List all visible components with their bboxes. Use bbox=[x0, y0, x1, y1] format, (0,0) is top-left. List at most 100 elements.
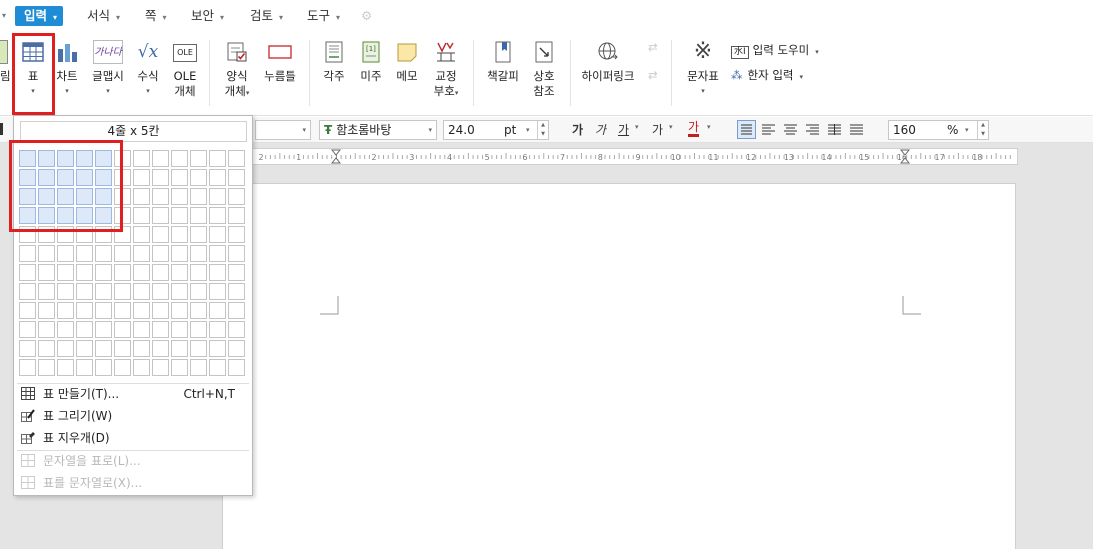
grid-cell[interactable] bbox=[209, 359, 226, 376]
menu-security[interactable]: 보안 ▾ bbox=[191, 6, 224, 26]
font-select[interactable]: Ŧ 함초롬바탕 ▾ bbox=[319, 120, 437, 140]
grid-cell[interactable] bbox=[57, 340, 74, 357]
grid-cell[interactable] bbox=[171, 245, 188, 262]
grid-cell[interactable] bbox=[76, 302, 93, 319]
grid-cell[interactable] bbox=[228, 264, 245, 281]
grid-cell[interactable] bbox=[114, 302, 131, 319]
grid-cell[interactable] bbox=[171, 359, 188, 376]
grid-cell[interactable] bbox=[190, 245, 207, 262]
grid-cell[interactable] bbox=[152, 340, 169, 357]
endnote-button[interactable]: [1] 미주 bbox=[356, 40, 386, 84]
font-size-spinner[interactable]: ▲ ▼ bbox=[537, 121, 548, 139]
grid-cell[interactable] bbox=[38, 302, 55, 319]
grid-cell[interactable] bbox=[190, 150, 207, 167]
grid-cell[interactable] bbox=[228, 207, 245, 224]
grid-cell[interactable] bbox=[152, 321, 169, 338]
grid-cell[interactable] bbox=[57, 302, 74, 319]
grid-cell[interactable] bbox=[57, 283, 74, 300]
grid-cell[interactable] bbox=[133, 150, 150, 167]
grid-cell[interactable] bbox=[19, 283, 36, 300]
menu-insert[interactable]: 입력 ▾ bbox=[15, 6, 64, 26]
grid-cell[interactable] bbox=[171, 321, 188, 338]
grid-cell[interactable] bbox=[190, 264, 207, 281]
grid-cell[interactable] bbox=[38, 264, 55, 281]
grid-cell[interactable] bbox=[209, 169, 226, 186]
grid-cell[interactable] bbox=[57, 359, 74, 376]
hanja-input-button[interactable]: ⁂ 한자 입력 ▾ bbox=[731, 67, 803, 83]
grid-cell[interactable] bbox=[95, 264, 112, 281]
grid-cell[interactable] bbox=[209, 150, 226, 167]
grid-cell[interactable] bbox=[19, 340, 36, 357]
distribute-icon[interactable] bbox=[826, 121, 843, 138]
grid-cell[interactable] bbox=[38, 245, 55, 262]
chevron-down-icon[interactable]: ▾ bbox=[635, 123, 639, 131]
grid-cell[interactable] bbox=[152, 264, 169, 281]
grid-cell[interactable] bbox=[152, 150, 169, 167]
ole-object-button[interactable]: OLE OLE 개체 bbox=[168, 40, 202, 99]
grid-cell[interactable] bbox=[171, 302, 188, 319]
grid-cell[interactable] bbox=[95, 321, 112, 338]
draw-table-item[interactable]: 표 그리기(W) bbox=[21, 406, 247, 426]
split-distribute-icon[interactable] bbox=[848, 121, 865, 138]
grid-cell[interactable] bbox=[228, 169, 245, 186]
grid-cell[interactable] bbox=[190, 302, 207, 319]
menu-tools[interactable]: 도구 ▾ bbox=[307, 6, 340, 26]
grid-cell[interactable] bbox=[57, 245, 74, 262]
grid-cell[interactable] bbox=[171, 188, 188, 205]
grid-cell[interactable] bbox=[209, 188, 226, 205]
grid-cell[interactable] bbox=[133, 245, 150, 262]
glyph-art-button[interactable]: 가나다 글맵시 ▾ bbox=[88, 40, 128, 99]
grid-cell[interactable] bbox=[228, 150, 245, 167]
grid-cell[interactable] bbox=[38, 359, 55, 376]
grid-cell[interactable] bbox=[228, 188, 245, 205]
grid-cell[interactable] bbox=[209, 226, 226, 243]
chart-button[interactable]: 차트 ▾ bbox=[52, 40, 82, 99]
grid-cell[interactable] bbox=[152, 207, 169, 224]
grid-cell[interactable] bbox=[209, 321, 226, 338]
grid-cell[interactable] bbox=[152, 169, 169, 186]
grid-cell[interactable] bbox=[19, 302, 36, 319]
align-center-icon[interactable] bbox=[782, 121, 799, 138]
table-eraser-item[interactable]: 표 지우개(D) bbox=[21, 428, 247, 448]
grid-cell[interactable] bbox=[38, 283, 55, 300]
menu-format[interactable]: 서식 ▾ bbox=[87, 6, 120, 26]
ribbon-partial-button[interactable]: 림 bbox=[0, 40, 11, 84]
grid-cell[interactable] bbox=[57, 264, 74, 281]
grid-cell[interactable] bbox=[171, 340, 188, 357]
link-icon[interactable]: ⇄ bbox=[648, 40, 658, 54]
grid-cell[interactable] bbox=[76, 245, 93, 262]
grid-cell[interactable] bbox=[95, 245, 112, 262]
grid-cell[interactable] bbox=[190, 188, 207, 205]
grid-cell[interactable] bbox=[133, 283, 150, 300]
chevron-down-icon[interactable]: ▾ bbox=[669, 123, 673, 131]
grid-cell[interactable] bbox=[228, 340, 245, 357]
grid-cell[interactable] bbox=[95, 359, 112, 376]
grid-cell[interactable] bbox=[76, 340, 93, 357]
memo-button[interactable]: 메모 bbox=[392, 40, 422, 84]
grid-cell[interactable] bbox=[209, 283, 226, 300]
align-justify-button[interactable] bbox=[737, 120, 756, 139]
equation-button[interactable]: √x 수식 ▾ bbox=[132, 40, 164, 99]
grid-cell[interactable] bbox=[133, 169, 150, 186]
cross-reference-button[interactable]: 상호 참조 bbox=[528, 40, 560, 99]
zoom-field[interactable]: 160 % ▾ ▲ ▼ bbox=[888, 120, 989, 140]
footnote-button[interactable]: 각주 bbox=[319, 40, 349, 84]
grid-cell[interactable] bbox=[228, 302, 245, 319]
grid-cell[interactable] bbox=[114, 283, 131, 300]
horizontal-ruler[interactable]: 2 1 1 2 3 4 5 6 7 8 9 10 11 12 13 14 15 16 17 18 bbox=[222, 148, 1018, 165]
grid-cell[interactable] bbox=[95, 302, 112, 319]
grid-cell[interactable] bbox=[171, 283, 188, 300]
proofreading-button[interactable]: 교정 부호▾ bbox=[428, 40, 464, 101]
grid-cell[interactable] bbox=[133, 340, 150, 357]
grid-cell[interactable] bbox=[228, 245, 245, 262]
grid-cell[interactable] bbox=[209, 245, 226, 262]
bookmark-button[interactable]: 책갈피 bbox=[482, 40, 524, 84]
settings-icon[interactable]: ⚙ bbox=[361, 6, 372, 26]
zoom-spinner[interactable]: ▲ ▼ bbox=[977, 121, 988, 139]
grid-cell[interactable] bbox=[133, 359, 150, 376]
grid-cell[interactable] bbox=[209, 207, 226, 224]
grid-cell[interactable] bbox=[133, 321, 150, 338]
grid-cell[interactable] bbox=[190, 340, 207, 357]
grid-cell[interactable] bbox=[57, 321, 74, 338]
grid-cell[interactable] bbox=[190, 226, 207, 243]
